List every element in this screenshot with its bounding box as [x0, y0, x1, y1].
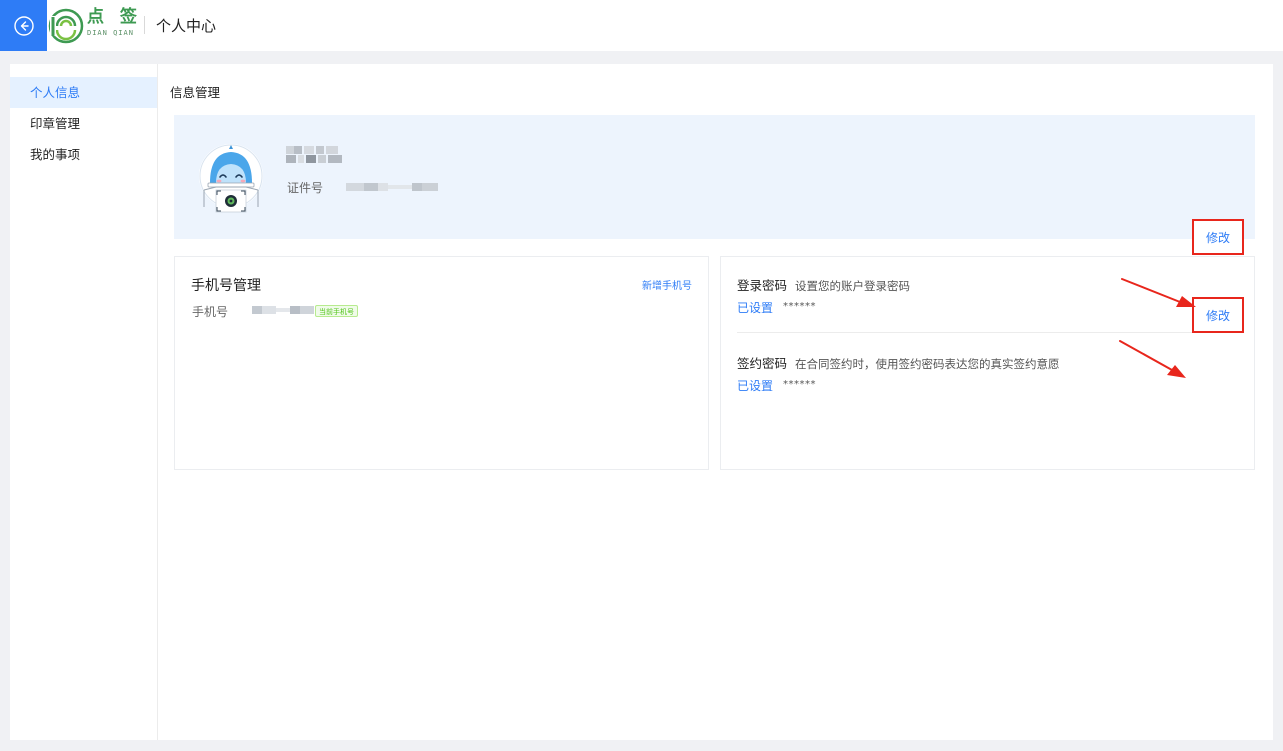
sidebar-item-seal-management[interactable]: 印章管理	[10, 108, 157, 139]
logo-english: DIAN QIAN	[87, 29, 134, 37]
sign-password-status: 已设置	[737, 379, 774, 393]
login-password-title: 登录密码	[737, 278, 788, 293]
phone-label: 手机号	[192, 305, 229, 319]
phone-management-card: 手机号管理 新增手机号 手机号 当前手机号	[174, 256, 709, 470]
sign-password-desc: 在合同签约时，使用签约密码表达您的真实签约意愿	[795, 357, 1060, 371]
profile-card: 证件号	[174, 115, 1255, 239]
login-password-status: 已设置	[737, 301, 774, 315]
login-password-mask: ******	[783, 301, 816, 312]
add-phone-link[interactable]: 新增手机号	[642, 277, 692, 292]
sign-password-title: 签约密码	[737, 356, 788, 371]
avatar	[199, 144, 263, 213]
sidebar-item-personal-info[interactable]: 个人信息	[10, 77, 157, 108]
back-arrow-icon	[13, 15, 34, 36]
page-title: 个人中心	[156, 17, 217, 35]
sidebar: 个人信息 印章管理 我的事项	[10, 64, 158, 740]
phone-number-redacted	[252, 306, 314, 314]
back-button[interactable]	[0, 0, 47, 51]
sign-password-row: 签约密码 在合同签约时，使用签约密码表达您的真实签约意愿 已设置 ******	[737, 353, 1240, 411]
section-title: 信息管理	[170, 85, 221, 100]
current-phone-badge: 当前手机号	[315, 305, 358, 317]
modify-sign-password-button[interactable]: 修改	[1192, 297, 1244, 333]
phone-card-title: 手机号管理	[191, 278, 261, 294]
logo-chinese: 点 签	[87, 7, 142, 27]
login-password-desc: 设置您的账户登录密码	[795, 279, 911, 293]
login-password-row: 登录密码 设置您的账户登录密码 已设置 ******	[737, 275, 1240, 333]
top-bar: 点 签 DIAN QIAN 个人中心	[0, 0, 1283, 51]
name-redacted	[286, 146, 342, 163]
main-frame: 个人信息 印章管理 我的事项 信息管理 证件号 手机号管理 新增手机号 手机号 …	[10, 64, 1273, 740]
modify-login-password-button[interactable]: 修改	[1192, 219, 1244, 255]
id-number-label: 证件号	[287, 181, 324, 195]
sign-password-mask: ******	[783, 379, 816, 390]
sidebar-item-my-matters[interactable]: 我的事项	[10, 139, 157, 170]
id-number-redacted	[346, 183, 438, 191]
logo-text: 点 签 DIAN QIAN	[87, 8, 142, 38]
password-card: 登录密码 设置您的账户登录密码 已设置 ****** 签约密码 在合同签约时，使用签…	[720, 256, 1255, 470]
header-divider	[144, 16, 145, 34]
